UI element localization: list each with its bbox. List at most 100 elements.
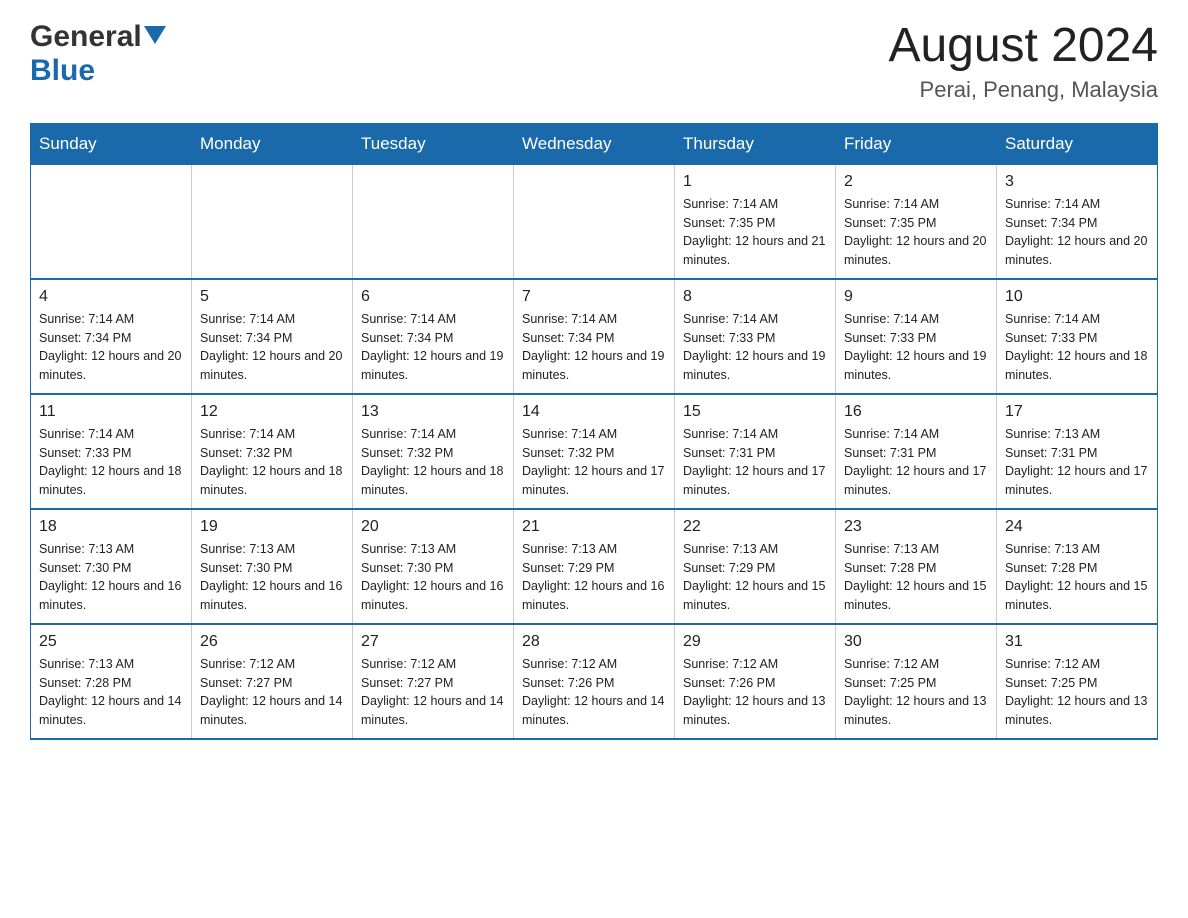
day-number: 16 [844,403,988,421]
day-info: Sunrise: 7:14 AMSunset: 7:35 PMDaylight:… [844,195,988,270]
calendar-cell-w2-d3: 6 Sunrise: 7:14 AMSunset: 7:34 PMDayligh… [353,279,514,394]
day-number: 24 [1005,518,1149,536]
day-info: Sunrise: 7:14 AMSunset: 7:33 PMDaylight:… [1005,310,1149,385]
calendar-cell-w3-d4: 14 Sunrise: 7:14 AMSunset: 7:32 PMDaylig… [514,394,675,509]
day-number: 23 [844,518,988,536]
day-info: Sunrise: 7:14 AMSunset: 7:33 PMDaylight:… [39,425,183,500]
calendar-cell-w3-d7: 17 Sunrise: 7:13 AMSunset: 7:31 PMDaylig… [997,394,1158,509]
calendar-week-2: 4 Sunrise: 7:14 AMSunset: 7:34 PMDayligh… [31,279,1158,394]
title-section: August 2024 Perai, Penang, Malaysia [888,20,1158,103]
header-sunday: Sunday [31,123,192,164]
calendar-cell-w5-d7: 31 Sunrise: 7:12 AMSunset: 7:25 PMDaylig… [997,624,1158,739]
calendar-cell-w4-d2: 19 Sunrise: 7:13 AMSunset: 7:30 PMDaylig… [192,509,353,624]
day-number: 14 [522,403,666,421]
day-info: Sunrise: 7:13 AMSunset: 7:30 PMDaylight:… [361,540,505,615]
day-number: 6 [361,288,505,306]
day-number: 21 [522,518,666,536]
day-number: 25 [39,633,183,651]
day-number: 9 [844,288,988,306]
day-info: Sunrise: 7:12 AMSunset: 7:25 PMDaylight:… [1005,655,1149,730]
day-info: Sunrise: 7:13 AMSunset: 7:30 PMDaylight:… [39,540,183,615]
calendar-week-1: 1 Sunrise: 7:14 AMSunset: 7:35 PMDayligh… [31,164,1158,279]
calendar-cell-w1-d6: 2 Sunrise: 7:14 AMSunset: 7:35 PMDayligh… [836,164,997,279]
header-friday: Friday [836,123,997,164]
calendar-cell-w2-d5: 8 Sunrise: 7:14 AMSunset: 7:33 PMDayligh… [675,279,836,394]
calendar-cell-w2-d1: 4 Sunrise: 7:14 AMSunset: 7:34 PMDayligh… [31,279,192,394]
day-info: Sunrise: 7:12 AMSunset: 7:27 PMDaylight:… [200,655,344,730]
logo-triangle-icon [144,26,166,49]
day-number: 26 [200,633,344,651]
day-number: 13 [361,403,505,421]
day-number: 4 [39,288,183,306]
day-number: 28 [522,633,666,651]
calendar-cell-w5-d1: 25 Sunrise: 7:13 AMSunset: 7:28 PMDaylig… [31,624,192,739]
calendar-cell-w1-d5: 1 Sunrise: 7:14 AMSunset: 7:35 PMDayligh… [675,164,836,279]
calendar-week-5: 25 Sunrise: 7:13 AMSunset: 7:28 PMDaylig… [31,624,1158,739]
day-info: Sunrise: 7:12 AMSunset: 7:25 PMDaylight:… [844,655,988,730]
calendar-cell-w4-d4: 21 Sunrise: 7:13 AMSunset: 7:29 PMDaylig… [514,509,675,624]
calendar-week-4: 18 Sunrise: 7:13 AMSunset: 7:30 PMDaylig… [31,509,1158,624]
calendar-header-row: Sunday Monday Tuesday Wednesday Thursday… [31,123,1158,164]
day-info: Sunrise: 7:13 AMSunset: 7:29 PMDaylight:… [683,540,827,615]
day-number: 30 [844,633,988,651]
day-info: Sunrise: 7:13 AMSunset: 7:28 PMDaylight:… [844,540,988,615]
day-info: Sunrise: 7:12 AMSunset: 7:26 PMDaylight:… [522,655,666,730]
day-number: 27 [361,633,505,651]
day-number: 7 [522,288,666,306]
calendar-cell-w5-d2: 26 Sunrise: 7:12 AMSunset: 7:27 PMDaylig… [192,624,353,739]
day-number: 19 [200,518,344,536]
day-number: 12 [200,403,344,421]
calendar-cell-w4-d7: 24 Sunrise: 7:13 AMSunset: 7:28 PMDaylig… [997,509,1158,624]
month-year-title: August 2024 [888,20,1158,73]
calendar-cell-w1-d7: 3 Sunrise: 7:14 AMSunset: 7:34 PMDayligh… [997,164,1158,279]
day-number: 20 [361,518,505,536]
day-number: 11 [39,403,183,421]
day-number: 22 [683,518,827,536]
day-number: 29 [683,633,827,651]
day-info: Sunrise: 7:14 AMSunset: 7:34 PMDaylight:… [361,310,505,385]
day-info: Sunrise: 7:14 AMSunset: 7:34 PMDaylight:… [200,310,344,385]
day-info: Sunrise: 7:14 AMSunset: 7:34 PMDaylight:… [522,310,666,385]
day-info: Sunrise: 7:14 AMSunset: 7:32 PMDaylight:… [522,425,666,500]
calendar-cell-w1-d3 [353,164,514,279]
calendar-cell-w2-d6: 9 Sunrise: 7:14 AMSunset: 7:33 PMDayligh… [836,279,997,394]
day-number: 17 [1005,403,1149,421]
calendar-cell-w1-d2 [192,164,353,279]
day-number: 18 [39,518,183,536]
day-info: Sunrise: 7:14 AMSunset: 7:32 PMDaylight:… [200,425,344,500]
day-info: Sunrise: 7:12 AMSunset: 7:27 PMDaylight:… [361,655,505,730]
day-info: Sunrise: 7:14 AMSunset: 7:33 PMDaylight:… [844,310,988,385]
logo-blue-text: Blue [30,54,95,87]
calendar-cell-w3-d1: 11 Sunrise: 7:14 AMSunset: 7:33 PMDaylig… [31,394,192,509]
day-info: Sunrise: 7:14 AMSunset: 7:35 PMDaylight:… [683,195,827,270]
day-number: 15 [683,403,827,421]
day-info: Sunrise: 7:14 AMSunset: 7:34 PMDaylight:… [39,310,183,385]
day-number: 2 [844,173,988,191]
header-wednesday: Wednesday [514,123,675,164]
calendar-week-3: 11 Sunrise: 7:14 AMSunset: 7:33 PMDaylig… [31,394,1158,509]
calendar-cell-w2-d4: 7 Sunrise: 7:14 AMSunset: 7:34 PMDayligh… [514,279,675,394]
day-info: Sunrise: 7:13 AMSunset: 7:30 PMDaylight:… [200,540,344,615]
calendar-cell-w4-d3: 20 Sunrise: 7:13 AMSunset: 7:30 PMDaylig… [353,509,514,624]
calendar-cell-w5-d6: 30 Sunrise: 7:12 AMSunset: 7:25 PMDaylig… [836,624,997,739]
calendar-cell-w2-d7: 10 Sunrise: 7:14 AMSunset: 7:33 PMDaylig… [997,279,1158,394]
header-thursday: Thursday [675,123,836,164]
calendar-cell-w3-d5: 15 Sunrise: 7:14 AMSunset: 7:31 PMDaylig… [675,394,836,509]
calendar-table: Sunday Monday Tuesday Wednesday Thursday… [30,123,1158,740]
day-info: Sunrise: 7:13 AMSunset: 7:29 PMDaylight:… [522,540,666,615]
day-number: 1 [683,173,827,191]
day-info: Sunrise: 7:14 AMSunset: 7:31 PMDaylight:… [844,425,988,500]
calendar-cell-w4-d5: 22 Sunrise: 7:13 AMSunset: 7:29 PMDaylig… [675,509,836,624]
day-number: 5 [200,288,344,306]
location-text: Perai, Penang, Malaysia [888,77,1158,103]
day-info: Sunrise: 7:12 AMSunset: 7:26 PMDaylight:… [683,655,827,730]
day-number: 10 [1005,288,1149,306]
calendar-cell-w5-d4: 28 Sunrise: 7:12 AMSunset: 7:26 PMDaylig… [514,624,675,739]
header-saturday: Saturday [997,123,1158,164]
day-info: Sunrise: 7:13 AMSunset: 7:28 PMDaylight:… [39,655,183,730]
day-info: Sunrise: 7:14 AMSunset: 7:32 PMDaylight:… [361,425,505,500]
calendar-cell-w5-d5: 29 Sunrise: 7:12 AMSunset: 7:26 PMDaylig… [675,624,836,739]
day-info: Sunrise: 7:14 AMSunset: 7:33 PMDaylight:… [683,310,827,385]
day-info: Sunrise: 7:13 AMSunset: 7:28 PMDaylight:… [1005,540,1149,615]
header-tuesday: Tuesday [353,123,514,164]
